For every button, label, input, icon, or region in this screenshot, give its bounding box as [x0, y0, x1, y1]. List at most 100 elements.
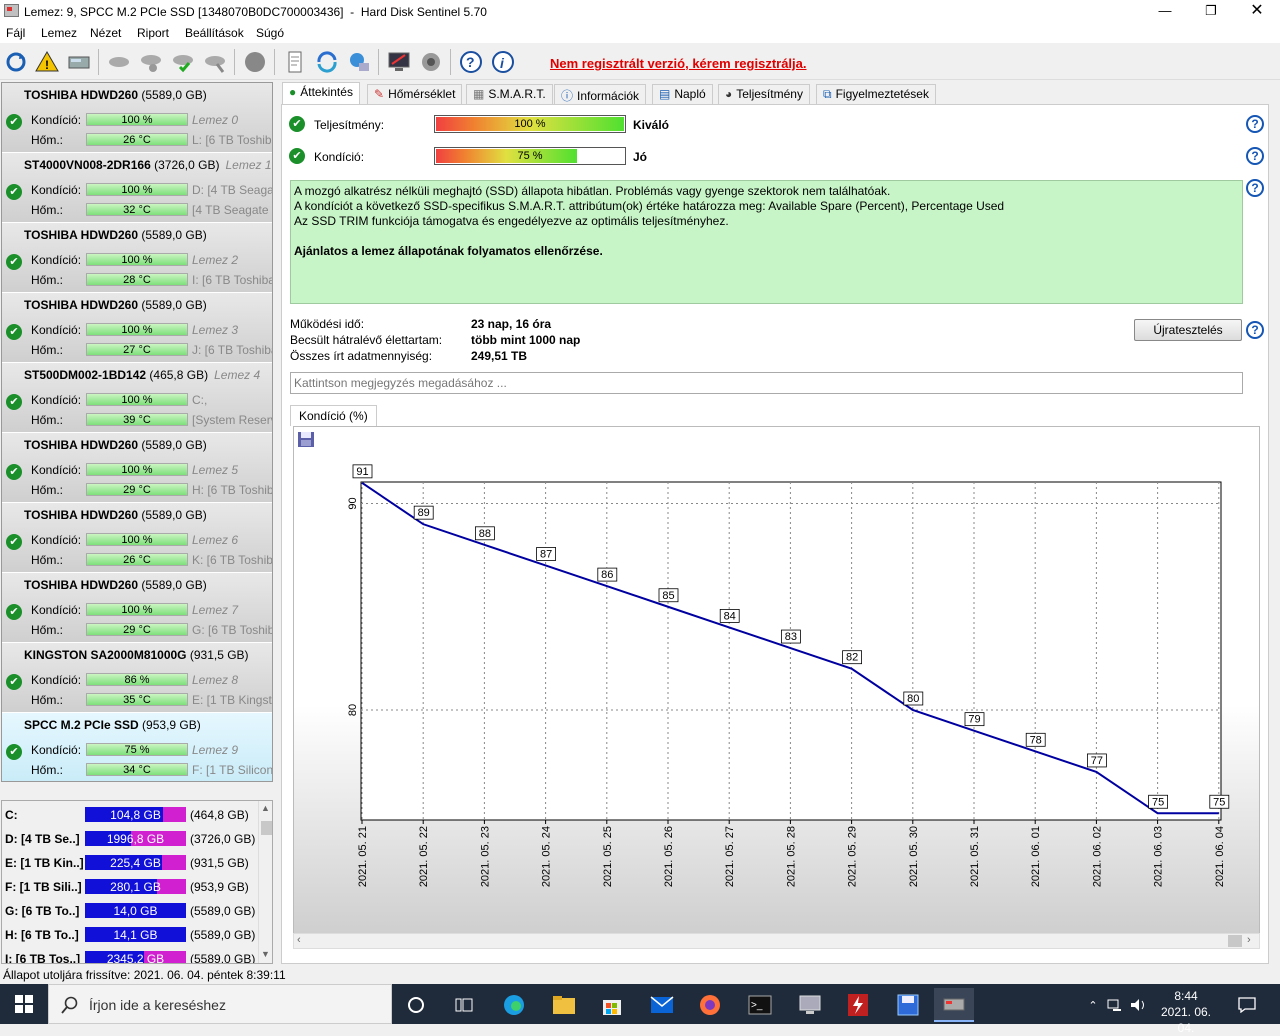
sync-icon[interactable]	[314, 49, 340, 75]
y-tick-label: 90	[347, 497, 359, 509]
disk-name: TOSHIBA HDWD260	[24, 438, 139, 452]
performance-help-icon[interactable]: ?	[1246, 115, 1264, 133]
close-button[interactable]: ✕	[1234, 0, 1280, 23]
disk-item[interactable]: TOSHIBA HDWD260 (5589,0 GB) ✔ Kondíció: …	[2, 83, 272, 153]
tab-bar: ● Áttekintés ✎ Hőmérséklet ▦ S.M.A.R.T. ⓘ In…	[280, 82, 1280, 104]
disk-index-or-volume: Lemez 8	[192, 673, 239, 687]
disk-index-or-volume: Lemez 9	[192, 743, 239, 757]
firefox-icon[interactable]	[690, 988, 730, 1022]
taskbar-search[interactable]: Írjon ide a kereséshez	[48, 984, 392, 1024]
menu-help[interactable]: Súgó	[256, 26, 284, 40]
taskbar-clock[interactable]: 8:44 2021. 06. 04.	[1152, 988, 1220, 1036]
disk-item[interactable]: KINGSTON SA2000M81000G (931,5 GB) ✔ Kond…	[2, 643, 272, 713]
volume-usage-bar: 14,0 GB	[85, 903, 186, 918]
disk-index-or-volume: Lemez 2	[192, 253, 239, 267]
disk-tool-icon[interactable]	[106, 49, 132, 75]
volume-list-scrollbar[interactable]: ▲ ▼	[258, 801, 272, 963]
hard-disk-sentinel-taskbar-icon[interactable]	[934, 988, 974, 1022]
sound-icon[interactable]	[418, 49, 444, 75]
volume-item[interactable]: C: 104,8 GB (464,8 GB)	[2, 804, 258, 826]
tab-temperature[interactable]: ✎ Hőmérséklet	[367, 84, 463, 104]
volume-item[interactable]: I: [6 TB Tos..] 2345,2 GB (5589,0 GB)	[2, 948, 258, 963]
terminal-icon[interactable]: >_	[740, 988, 780, 1022]
tab-smart[interactable]: ▦ S.M.A.R.T.	[466, 84, 553, 104]
menu-view[interactable]: Nézet	[90, 26, 121, 40]
maximize-button[interactable]: ❐	[1188, 0, 1234, 23]
disk-wipe-icon[interactable]	[202, 49, 228, 75]
refresh-icon[interactable]	[3, 49, 29, 75]
network-tray-icon[interactable]	[1104, 988, 1126, 1022]
disk-title: TOSHIBA HDWD260 (5589,0 GB)	[24, 508, 207, 522]
edge-icon[interactable]	[494, 988, 534, 1022]
disk-ok-icon: ✔	[6, 254, 22, 270]
data-label: 75	[1213, 796, 1225, 808]
disk-item[interactable]: TOSHIBA HDWD260 (5589,0 GB) ✔ Kondíció: …	[2, 503, 272, 573]
disk-item[interactable]: TOSHIBA HDWD260 (5589,0 GB) ✔ Kondíció: …	[2, 433, 272, 503]
health-help-icon[interactable]: ?	[1246, 147, 1264, 165]
menu-file[interactable]: Fájl	[6, 26, 25, 40]
disk-icon[interactable]	[66, 49, 92, 75]
disk-item[interactable]: SPCC M.2 PCIe SSD (953,9 GB) ✔ Kondíció:…	[2, 713, 272, 781]
notification-icon[interactable]	[1228, 988, 1266, 1022]
mail-icon[interactable]	[642, 988, 682, 1022]
monitor-icon[interactable]	[386, 49, 412, 75]
disk-item[interactable]: TOSHIBA HDWD260 (5589,0 GB) ✔ Kondíció: …	[2, 223, 272, 293]
volume-item[interactable]: H: [6 TB To..] 14,1 GB (5589,0 GB)	[2, 924, 258, 946]
help-icon[interactable]: ?	[458, 49, 484, 75]
tab-performance[interactable]: ◕ Teljesítmény	[718, 84, 810, 104]
retest-button[interactable]: Újratesztelés	[1134, 319, 1242, 341]
info-icon[interactable]: i	[490, 49, 516, 75]
power-icon[interactable]	[242, 49, 268, 75]
task-view-icon[interactable]	[444, 988, 484, 1022]
disk-size: (5589,0 GB)	[141, 578, 207, 592]
description-help-icon[interactable]: ?	[1246, 179, 1264, 197]
tab-alerts[interactable]: ⧉ Figyelmeztetések	[816, 84, 936, 104]
remote-desktop-icon[interactable]	[790, 988, 830, 1022]
report-icon[interactable]	[282, 49, 308, 75]
menu-report[interactable]: Riport	[137, 26, 169, 40]
chart-horizontal-scrollbar[interactable]: ‹ ›	[293, 933, 1260, 949]
disk-temp-value: 29 °C	[123, 624, 151, 636]
disk-item[interactable]: TOSHIBA HDWD260 (5589,0 GB) ✔ Kondíció: …	[2, 573, 272, 643]
disk-item[interactable]: ST500DM002-1BD142 (465,8 GB) Lemez 4 ✔ Ko…	[2, 363, 272, 433]
disk-list: TOSHIBA HDWD260 (5589,0 GB) ✔ Kondíció: …	[1, 82, 273, 782]
menu-disk[interactable]: Lemez	[41, 26, 77, 40]
disk-health-bar: 100 %	[86, 113, 188, 126]
note-input[interactable]: Kattintson megjegyzés megadásához ...	[290, 372, 1243, 394]
save-chart-icon[interactable]	[296, 430, 316, 448]
volume-item[interactable]: D: [4 TB Se..] 1996,8 GB (3726,0 GB)	[2, 828, 258, 850]
disk-item[interactable]: TOSHIBA HDWD260 (5589,0 GB) ✔ Kondíció: …	[2, 293, 272, 363]
tab-overview[interactable]: ● Áttekintés	[282, 82, 360, 104]
file-explorer-icon[interactable]	[544, 988, 584, 1022]
volume-item[interactable]: G: [6 TB To..] 14,0 GB (5589,0 GB)	[2, 900, 258, 922]
volume-tray-icon[interactable]	[1128, 988, 1150, 1022]
retest-help-icon[interactable]: ?	[1246, 321, 1264, 339]
disk-title: TOSHIBA HDWD260 (5589,0 GB)	[24, 228, 207, 242]
cortana-icon[interactable]	[396, 988, 436, 1022]
tray-chevron-icon[interactable]: ⌃	[1082, 988, 1104, 1022]
floppy-app-icon[interactable]	[888, 988, 928, 1022]
chart-tab-health[interactable]: Kondíció (%)	[290, 405, 377, 426]
disk-title: TOSHIBA HDWD260 (5589,0 GB)	[24, 298, 207, 312]
disk-health-value: 100 %	[121, 324, 153, 336]
warning-icon[interactable]: !	[34, 49, 60, 75]
disk-check-icon[interactable]	[170, 49, 196, 75]
volume-name: H: [6 TB To..]	[5, 928, 79, 942]
tab-information[interactable]: ⓘ Információk	[554, 84, 647, 104]
registration-warning-link[interactable]: Nem regisztrált verzió, kérem regisztrál…	[550, 56, 807, 71]
disk-health-label: Kondíció:	[31, 113, 82, 127]
menu-settings[interactable]: Beállítások	[185, 26, 244, 40]
uptime-value: 23 nap, 16 óra	[471, 317, 552, 331]
store-icon[interactable]	[592, 988, 632, 1022]
start-button[interactable]	[0, 984, 48, 1024]
flash-app-icon[interactable]	[838, 988, 878, 1022]
minimize-button[interactable]: —	[1142, 0, 1188, 23]
disk-health-bar: 100 %	[86, 393, 188, 406]
network-icon[interactable]	[346, 49, 372, 75]
volume-item[interactable]: E: [1 TB Kin..] 225,4 GB (931,5 GB)	[2, 852, 258, 874]
volume-item[interactable]: F: [1 TB Sili..] 280,1 GB (953,9 GB)	[2, 876, 258, 898]
disk-item[interactable]: ST4000VN008-2DR166 (3726,0 GB) Lemez 1 ✔ …	[2, 153, 272, 223]
tab-log[interactable]: ▤ Napló	[652, 84, 713, 104]
volume-size: (464,8 GB)	[190, 808, 249, 822]
disk-test-icon[interactable]	[138, 49, 164, 75]
